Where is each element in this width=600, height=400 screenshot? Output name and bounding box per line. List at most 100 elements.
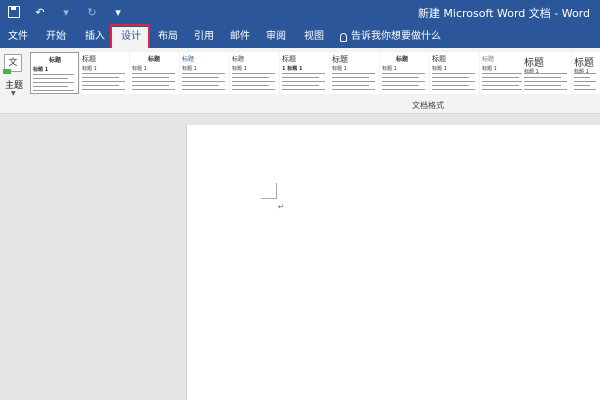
thumbnail-text-line [432, 85, 469, 86]
thumbnail-text-line [33, 78, 68, 79]
tell-me-search[interactable]: 告诉我你想要做什么 [340, 28, 441, 46]
tab-insert[interactable]: 插入 [85, 28, 105, 46]
thumbnail-text-line [232, 81, 275, 82]
style-set-thumbnail[interactable]: 标题 标题 1 [522, 52, 571, 94]
thumbnail-text-line [182, 89, 225, 90]
thumbnail-text-line [282, 73, 325, 74]
thumbnail-text-line [232, 89, 275, 90]
thumbnail-text-line [432, 81, 475, 82]
thumbnail-title: 标题 [82, 55, 96, 63]
thumbnail-title: 标题 [432, 55, 446, 63]
style-set-thumbnail[interactable]: 标题 标题 1 [30, 52, 79, 94]
thumbnail-text-line [332, 81, 375, 82]
thumbnail-text-line [382, 85, 419, 86]
thumbnail-text-line [132, 89, 175, 90]
title-bar: ↶ ▾ ↻ ▾ 新建 Microsoft Word 文档 - Word [0, 0, 600, 25]
thumbnail-heading: 标题 1 [33, 67, 49, 73]
thumbnail-text-line [524, 85, 561, 86]
thumbnail-text-line [232, 77, 269, 78]
thumbnail-text-line [182, 73, 225, 74]
thumbnail-text-line [33, 90, 74, 91]
undo-icon[interactable]: ↶ [32, 4, 48, 20]
thumbnail-title: 标题 [396, 56, 409, 63]
lightbulb-icon [340, 32, 347, 42]
thumbnail-text-line [332, 77, 369, 78]
document-formatting-group-label: 文档格式 [412, 101, 444, 110]
thumbnail-heading: 标题 1 [82, 66, 97, 72]
thumbnail-title: 标题 [524, 58, 544, 69]
thumbnail-text-line [332, 89, 375, 90]
style-set-thumbnail[interactable]: 标题 标题 1 [130, 52, 179, 94]
thumbnail-text-line [82, 81, 125, 82]
thumbnail-title: 标题 [482, 56, 495, 63]
thumbnail-text-line [382, 89, 425, 90]
style-set-gallery: 标题 标题 1 标题 标题 1 标题 标题 1 标题 标题 1 标题 标题 1 … [28, 52, 600, 98]
tab-review[interactable]: 审阅 [266, 28, 286, 46]
thumbnail-text-line [482, 73, 525, 74]
tab-view[interactable]: 视图 [304, 28, 324, 46]
thumbnail-text-line [132, 81, 175, 82]
thumbnail-text-line [524, 81, 567, 82]
thumbnail-text-line [132, 85, 169, 86]
thumbnail-text-line [33, 74, 74, 75]
thumbnail-text-line [282, 77, 319, 78]
thumbnail-text-line [382, 81, 425, 82]
ribbon-tabs: 文件 开始 插入 设计 布局 引用 邮件 审阅 视图 告诉我你想要做什么 [0, 25, 600, 48]
thumbnail-text-line [282, 89, 325, 90]
thumbnail-heading: 标题 1 [482, 66, 497, 72]
thumbnail-text-line [132, 77, 169, 78]
thumbnail-heading: 标题 1 [332, 66, 347, 72]
thumbnail-text-line [482, 89, 525, 90]
thumbnail-text-line [482, 77, 519, 78]
style-set-thumbnail[interactable]: 标题 1 标题 1 [280, 52, 329, 94]
style-set-thumbnail[interactable]: 标题 标题 1 [330, 52, 379, 94]
thumbnail-text-line [332, 85, 369, 86]
thumbnail-heading: 标题 1 [382, 66, 397, 72]
thumbnail-text-line [33, 86, 68, 87]
style-set-thumbnail[interactable]: 标题 标题 1 [80, 52, 129, 94]
style-set-thumbnail[interactable]: 标题 标题 1 [180, 52, 229, 94]
thumbnail-text-line [332, 73, 375, 74]
thumbnail-text-line [182, 77, 219, 78]
tab-file[interactable]: 文件 [8, 28, 28, 46]
save-icon[interactable] [6, 4, 22, 20]
thumbnail-text-line [33, 82, 74, 83]
thumbnail-title: 标题 [332, 55, 348, 64]
thumbnail-text-line [82, 73, 125, 74]
thumbnail-text-line [132, 73, 175, 74]
margin-corner-mark [261, 183, 277, 199]
chevron-down-icon: ▼ [11, 90, 16, 97]
tell-me-label: 告诉我你想要做什么 [351, 31, 441, 42]
customize-icon[interactable]: ▾ [110, 4, 126, 20]
document-page[interactable] [186, 125, 600, 400]
thumbnail-text-line [432, 73, 475, 74]
thumbnail-heading: 标题 1 [232, 66, 247, 72]
tab-layout[interactable]: 布局 [158, 28, 178, 46]
thumbnail-heading: 1 标题 1 [282, 66, 303, 72]
themes-button[interactable]: 文 主题 ▼ [2, 50, 26, 97]
style-set-thumbnail[interactable]: 标题 标题 1 [572, 52, 600, 94]
redo-icon[interactable]: ↻ [84, 4, 100, 20]
tab-references[interactable]: 引用 [194, 28, 214, 46]
window-title: 新建 Microsoft Word 文档 - Word [417, 7, 590, 20]
thumbnail-text-line [574, 73, 596, 74]
thumbnail-text-line [282, 81, 325, 82]
thumbnail-text-line [82, 85, 119, 86]
tab-home[interactable]: 开始 [46, 28, 66, 46]
thumbnail-text-line [82, 89, 125, 90]
thumbnail-text-line [574, 85, 590, 86]
tab-design[interactable]: 设计 [112, 27, 150, 48]
style-set-thumbnail[interactable]: 标题 标题 1 [380, 52, 429, 94]
thumbnail-heading: 标题 1 [132, 66, 147, 72]
thumbnail-text-line [574, 81, 596, 82]
thumbnail-title: 标题 [182, 56, 195, 63]
undo-dropdown-icon[interactable]: ▾ [58, 4, 74, 20]
paragraph-mark-icon: ↵ [278, 203, 284, 211]
tab-mailings[interactable]: 邮件 [230, 28, 250, 46]
thumbnail-title: 标题 [574, 58, 594, 69]
style-set-thumbnail[interactable]: 标题 标题 1 [230, 52, 279, 94]
style-set-thumbnail[interactable]: 标题 标题 1 [430, 52, 479, 94]
thumbnail-text-line [282, 85, 319, 86]
thumbnail-heading: 标题 1 [432, 66, 447, 72]
thumbnail-title: 标题 [49, 57, 62, 64]
